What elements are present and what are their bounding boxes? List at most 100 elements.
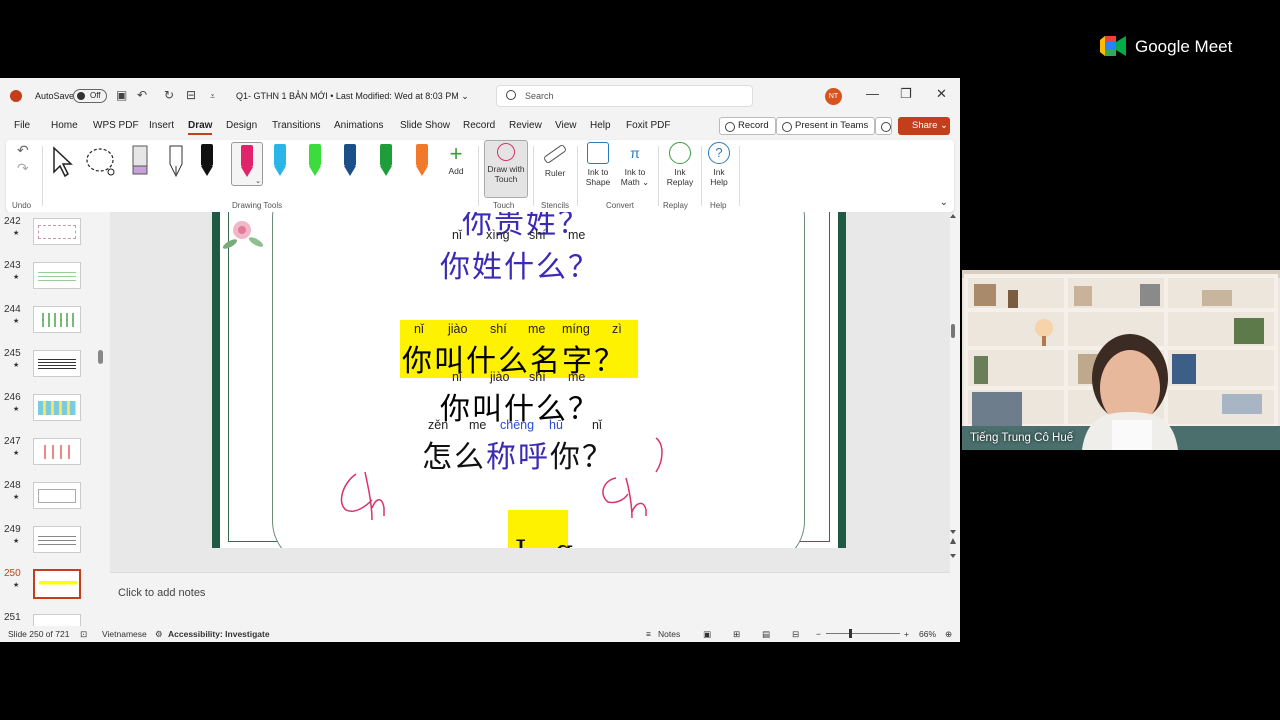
share-button[interactable]: Share ⌄ bbox=[898, 117, 950, 135]
slide-sorter-icon[interactable]: ⊞ bbox=[733, 629, 740, 640]
autosave-toggle[interactable]: Off bbox=[73, 89, 107, 103]
pencil-tool-icon[interactable] bbox=[164, 144, 188, 178]
language-indicator[interactable]: Vietnamese bbox=[102, 629, 147, 639]
ink-stroke-h-left bbox=[364, 471, 385, 521]
slide-thumbnail-251[interactable] bbox=[33, 614, 81, 626]
tab-draw[interactable]: Draw bbox=[188, 120, 213, 135]
highlighter-green-icon[interactable] bbox=[307, 144, 323, 178]
tab-view[interactable]: View bbox=[555, 120, 577, 131]
zoom-in-icon[interactable]: + bbox=[904, 629, 909, 639]
ink-to-math-label: Ink to Math ⌄ bbox=[620, 167, 650, 187]
slide-thumbnail-245[interactable] bbox=[33, 350, 81, 377]
zoom-level[interactable]: 66% bbox=[919, 629, 936, 639]
record-button[interactable]: Record bbox=[719, 117, 776, 135]
undo-icon[interactable]: ↶ bbox=[137, 88, 147, 102]
ribbon-tabs: File Home WPS PDF Insert Draw Design Tra… bbox=[0, 116, 960, 138]
editor-vertical-scrollbar[interactable] bbox=[948, 212, 958, 562]
notes-toggle[interactable]: Notes bbox=[658, 629, 680, 639]
save-icon[interactable]: ▣ bbox=[116, 88, 127, 102]
plus-icon: + bbox=[449, 141, 463, 166]
present-icon[interactable]: ⊟ bbox=[186, 88, 196, 102]
spellcheck-icon[interactable]: ⊡ bbox=[80, 629, 87, 640]
search-placeholder: Search bbox=[525, 91, 554, 101]
slide-canvas[interactable]: 你贵姓？ nǐ xìng shí me 你姓什么？ nǐ jiào shí me… bbox=[212, 212, 846, 548]
slide-number: 244 bbox=[4, 304, 21, 315]
pen-green-icon[interactable] bbox=[378, 144, 394, 178]
slide-star-icon: ★ bbox=[13, 274, 20, 281]
document-title[interactable]: Q1- GTHN 1 BẢN MỚI • Last Modified: Wed … bbox=[236, 91, 469, 102]
tab-review[interactable]: Review bbox=[509, 120, 542, 131]
tab-animations[interactable]: Animations bbox=[334, 120, 383, 131]
ink-annotations[interactable] bbox=[212, 212, 846, 548]
lasso-select-icon[interactable] bbox=[84, 146, 120, 178]
participant-video-tile[interactable]: Tiếng Trung Cô Huế bbox=[962, 270, 1280, 450]
comments-button[interactable] bbox=[875, 117, 892, 135]
undo-icon[interactable]: ↶ bbox=[17, 142, 29, 159]
tab-help[interactable]: Help bbox=[590, 120, 611, 131]
zoom-slider-track[interactable] bbox=[826, 633, 900, 634]
tab-transitions[interactable]: Transitions bbox=[272, 120, 321, 131]
ink-to-shape-label: Ink to Shape bbox=[585, 167, 611, 187]
fit-to-window-icon[interactable]: ⊕ bbox=[945, 629, 952, 640]
accessibility-icon[interactable]: ⚙ bbox=[155, 629, 163, 640]
pen-black-icon[interactable] bbox=[199, 144, 215, 178]
notes-pane[interactable]: Click to add notes bbox=[110, 572, 950, 626]
slide-number: 243 bbox=[4, 260, 21, 271]
tab-slide-show[interactable]: Slide Show bbox=[400, 120, 450, 131]
present-in-teams-button[interactable]: Present in Teams bbox=[776, 117, 876, 135]
pen-pink-selected[interactable]: ⌄ bbox=[231, 142, 263, 186]
tab-home[interactable]: Home bbox=[51, 120, 78, 131]
ink-help-button[interactable]: ? Ink Help bbox=[706, 142, 732, 187]
ruler-button[interactable]: Ruler bbox=[538, 142, 572, 178]
minimize-button[interactable]: — bbox=[866, 86, 879, 101]
select-pointer-icon[interactable] bbox=[50, 146, 76, 178]
slide-thumbnail-247[interactable] bbox=[33, 438, 81, 465]
reading-view-icon[interactable]: ▤ bbox=[762, 629, 770, 640]
restore-button[interactable]: ❐ bbox=[900, 86, 912, 102]
slide-thumbnail-243[interactable] bbox=[33, 262, 81, 289]
tab-record[interactable]: Record bbox=[463, 120, 495, 131]
notes-icon[interactable]: ≡ bbox=[646, 629, 651, 639]
powerpoint-logo-icon bbox=[10, 90, 22, 102]
google-meet-brand: Google Meet bbox=[1135, 37, 1233, 56]
close-button[interactable]: ✕ bbox=[936, 86, 947, 102]
highlighter-blue-icon[interactable] bbox=[272, 144, 288, 178]
ink-replay-button[interactable]: Ink Replay bbox=[662, 142, 698, 187]
draw-with-touch-button[interactable]: Draw with Touch bbox=[484, 140, 528, 198]
slide-star-icon: ★ bbox=[13, 494, 20, 501]
slide-star-icon: ★ bbox=[13, 362, 20, 369]
redo-icon[interactable]: ↷ bbox=[17, 160, 29, 177]
ink-stroke-ch-left bbox=[340, 473, 373, 512]
slide-thumbnail-246[interactable] bbox=[33, 394, 81, 421]
tab-file[interactable]: File bbox=[14, 120, 30, 131]
accessibility-status[interactable]: Accessibility: Investigate bbox=[168, 629, 270, 639]
slide-thumbnail-242[interactable] bbox=[33, 218, 81, 245]
slide-thumbnail-250[interactable] bbox=[33, 569, 81, 599]
slide-thumbnail-244[interactable] bbox=[33, 306, 81, 333]
ink-to-math-button[interactable]: π Ink to Math ⌄ bbox=[616, 142, 654, 187]
normal-view-icon[interactable]: ▣ bbox=[703, 629, 711, 640]
redo-icon[interactable]: ↻ bbox=[164, 88, 174, 102]
eraser-icon[interactable] bbox=[128, 144, 152, 178]
help-group-label: Help bbox=[710, 201, 727, 210]
slide-thumbnail-248[interactable] bbox=[33, 482, 81, 509]
tab-foxit-pdf[interactable]: Foxit PDF bbox=[626, 120, 670, 131]
search-box[interactable]: Search bbox=[496, 85, 753, 107]
user-avatar[interactable]: NT bbox=[825, 88, 842, 105]
slide-star-icon: ★ bbox=[13, 230, 20, 237]
thumbnail-scrollbar[interactable] bbox=[98, 350, 103, 364]
customize-qat-icon[interactable]: ⩡ bbox=[210, 91, 215, 102]
slideshow-view-icon[interactable]: ⊟ bbox=[792, 629, 799, 640]
tab-wps-pdf[interactable]: WPS PDF bbox=[93, 120, 139, 131]
add-pen-button[interactable]: + Add bbox=[444, 141, 468, 177]
slide-thumbnail-249[interactable] bbox=[33, 526, 81, 553]
zoom-slider-thumb[interactable] bbox=[849, 629, 852, 638]
collapse-ribbon-icon[interactable]: ⌄ bbox=[940, 197, 948, 208]
ink-to-shape-button[interactable]: Ink to Shape bbox=[582, 142, 614, 187]
zoom-out-icon[interactable]: − bbox=[816, 629, 821, 639]
pen-navy-icon[interactable] bbox=[342, 144, 358, 178]
tab-design[interactable]: Design bbox=[226, 120, 257, 131]
tab-insert[interactable]: Insert bbox=[149, 120, 174, 131]
slide-number: 247 bbox=[4, 436, 21, 447]
pen-orange-icon[interactable] bbox=[414, 144, 430, 178]
